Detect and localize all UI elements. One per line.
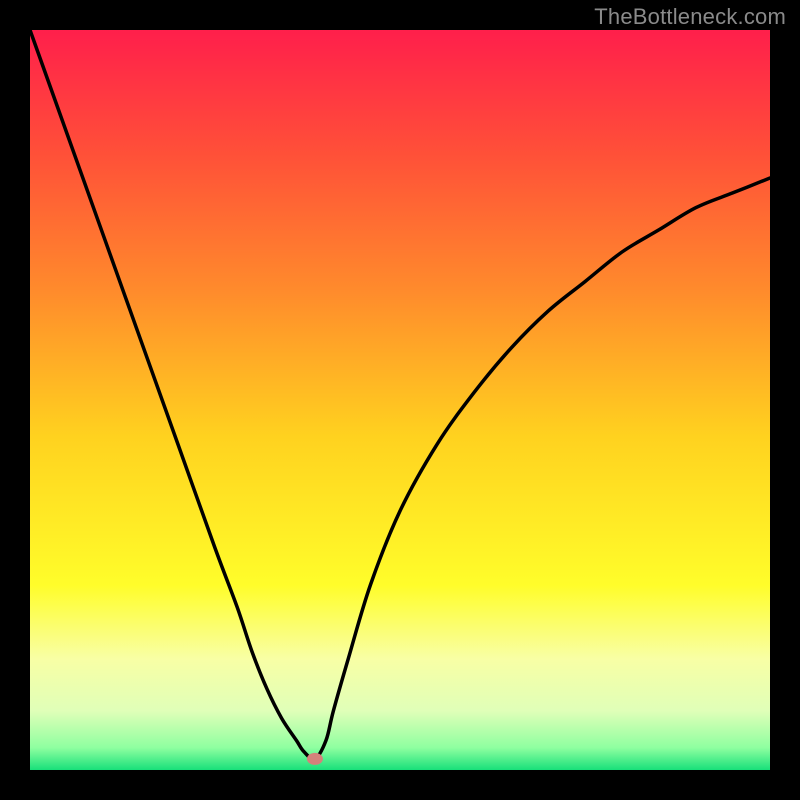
chart-background bbox=[30, 30, 770, 770]
optimal-point-marker bbox=[307, 753, 323, 765]
watermark-text: TheBottleneck.com bbox=[594, 4, 786, 30]
bottleneck-chart bbox=[30, 30, 770, 770]
chart-frame: TheBottleneck.com bbox=[0, 0, 800, 800]
